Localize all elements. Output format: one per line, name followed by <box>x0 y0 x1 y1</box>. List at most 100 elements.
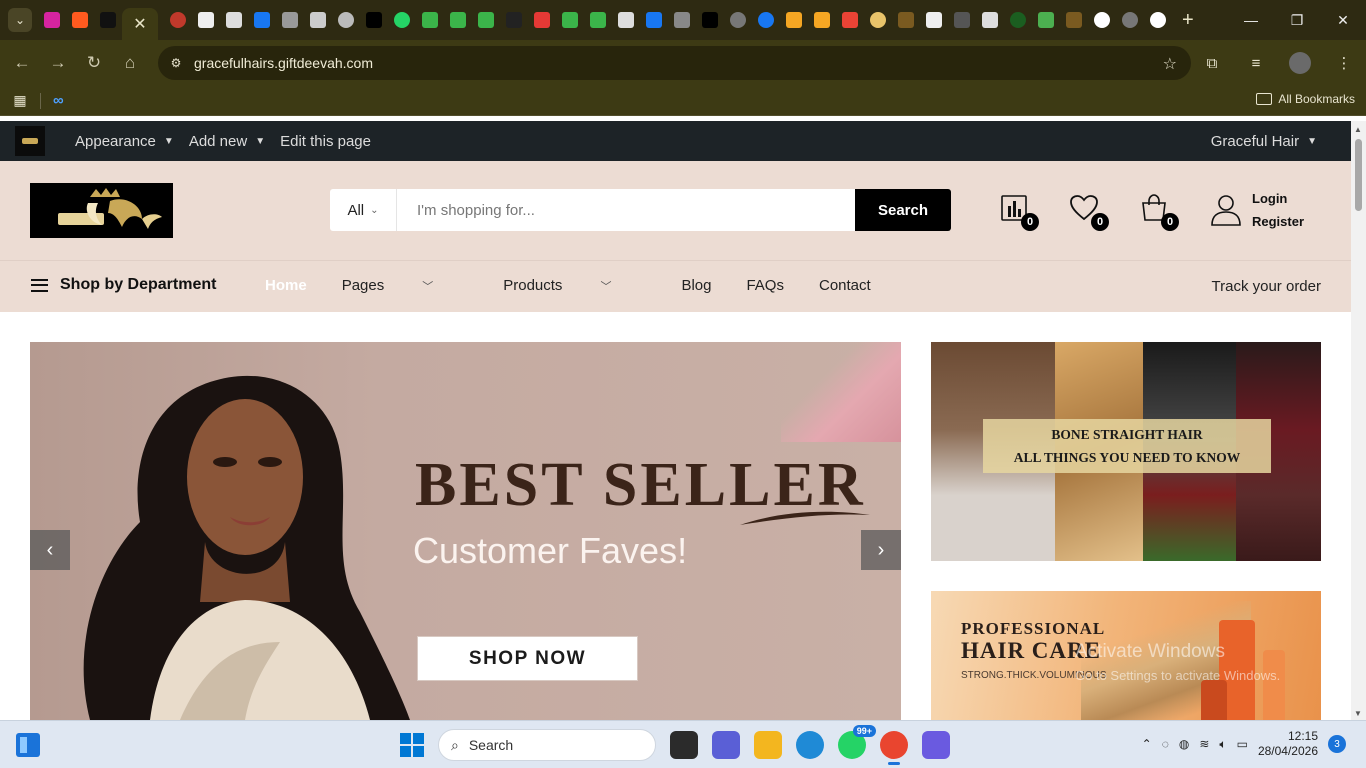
threads-tab-icon[interactable] <box>338 12 354 28</box>
media-icon[interactable]: ≡ <box>1234 45 1278 81</box>
network-icon[interactable]: ◌ <box>1162 737 1169 751</box>
scroll-down-icon[interactable]: ▼ <box>1354 709 1362 718</box>
tab-icon[interactable] <box>72 12 88 28</box>
tab-icon[interactable] <box>506 12 522 28</box>
tab-icon[interactable] <box>590 12 606 28</box>
tab-icon[interactable] <box>422 12 438 28</box>
tab-icon[interactable] <box>450 12 466 28</box>
admin-site-menu[interactable]: Graceful Hair ▼ <box>1211 133 1317 150</box>
heart-tab-icon[interactable] <box>814 12 830 28</box>
forward-icon[interactable]: → <box>40 45 76 81</box>
meta-bookmark-icon[interactable]: ∞ <box>53 92 64 109</box>
app-tray-icon[interactable]: ◍ <box>1179 737 1189 751</box>
tab-icon[interactable] <box>870 12 886 28</box>
cart-button[interactable]: 0 <box>1139 193 1179 231</box>
nav-item-contact[interactable]: Contact <box>819 277 871 294</box>
tab-icon[interactable] <box>282 12 298 28</box>
nav-item-home[interactable]: Home <box>265 277 307 294</box>
register-link[interactable]: Register <box>1252 214 1304 229</box>
clock[interactable]: 12:15 28/04/2026 <box>1258 729 1318 759</box>
search-input[interactable] <box>397 189 855 231</box>
tab-icon[interactable] <box>954 12 970 28</box>
search-button[interactable]: Search <box>855 189 951 231</box>
apps-grid-icon[interactable]: ▦ <box>12 92 28 109</box>
tab-icon[interactable] <box>198 12 214 28</box>
wifi-icon[interactable]: ≋ <box>1199 737 1209 751</box>
close-tab-icon[interactable]: ✕ <box>133 14 146 34</box>
tab-icon[interactable] <box>618 12 634 28</box>
google-tab-icon[interactable] <box>1150 12 1166 28</box>
battery-icon[interactable]: ▭ <box>1237 737 1248 751</box>
admin-edit-page-link[interactable]: Edit this page <box>280 133 371 150</box>
site-logo[interactable] <box>30 183 173 238</box>
file-explorer-icon[interactable] <box>754 731 782 759</box>
globe-tab-icon[interactable] <box>730 12 746 28</box>
nav-item-products[interactable]: Products ﹀ <box>503 277 646 294</box>
wishlist-button[interactable]: 0 <box>1069 193 1109 231</box>
bookmark-star-icon[interactable]: ☆ <box>1163 54 1177 74</box>
chevron-up-icon[interactable]: ⌃ <box>1142 737 1152 751</box>
gmail-tab-icon[interactable] <box>842 12 858 28</box>
tab-icon[interactable] <box>982 12 998 28</box>
extensions-icon[interactable]: ⧉ <box>1190 45 1234 81</box>
nav-item-faqs[interactable]: FAQs <box>746 277 784 294</box>
tab-icon[interactable] <box>898 12 914 28</box>
tab-icon[interactable] <box>562 12 578 28</box>
instagram-tab-icon[interactable] <box>44 12 60 28</box>
search-category-select[interactable]: All ⌄ <box>330 189 397 231</box>
menu-kebab-icon[interactable]: ⋮ <box>1322 45 1366 81</box>
home-icon[interactable]: ⌂ <box>112 45 148 81</box>
back-icon[interactable]: ← <box>4 45 40 81</box>
maximize-icon[interactable]: ❐ <box>1274 0 1320 40</box>
profile-avatar[interactable] <box>1289 52 1311 74</box>
app-icon[interactable] <box>922 731 950 759</box>
nav-item-blog[interactable]: Blog <box>681 277 711 294</box>
tab-icon[interactable] <box>1010 12 1026 28</box>
user-icon[interactable] <box>1210 193 1242 227</box>
volume-icon[interactable]: 🔈︎ <box>1219 737 1226 752</box>
tiktok-tab-icon[interactable] <box>366 12 382 28</box>
windows-start-icon[interactable] <box>400 733 424 757</box>
heart-tab-icon[interactable] <box>786 12 802 28</box>
tab-icon[interactable] <box>534 12 550 28</box>
slider-prev-button[interactable]: ‹ <box>30 530 70 570</box>
tab-icon[interactable] <box>170 12 186 28</box>
side-banner-bone-straight[interactable]: BONE STRAIGHT HAIR ALL THINGS YOU NEED T… <box>931 342 1321 561</box>
tab-icon[interactable] <box>926 12 942 28</box>
tab-icon[interactable] <box>310 12 326 28</box>
track-order-link[interactable]: Track your order <box>1212 278 1321 295</box>
site-info-icon[interactable]: ⚙ <box>168 55 184 71</box>
address-bar[interactable]: ⚙ gracefulhairs.giftdeevah.com ☆ <box>158 46 1191 80</box>
minimize-icon[interactable]: — <box>1228 0 1274 40</box>
admin-add-new-menu[interactable]: Add new ▼ <box>189 133 265 150</box>
tab-icon[interactable] <box>1066 12 1082 28</box>
admin-site-logo[interactable] <box>15 126 45 156</box>
meta-tab-icon[interactable] <box>254 12 270 28</box>
url-text[interactable]: gracefulhairs.giftdeevah.com <box>194 55 373 71</box>
scroll-up-icon[interactable]: ▲ <box>1354 125 1362 134</box>
shop-now-button[interactable]: SHOP NOW <box>417 636 638 681</box>
close-window-icon[interactable]: ✕ <box>1320 0 1366 40</box>
widgets-icon[interactable] <box>16 733 40 757</box>
shop-by-department-button[interactable]: Shop by Department <box>31 276 216 294</box>
whatsapp-tab-icon[interactable] <box>394 12 410 28</box>
tab-icon[interactable] <box>226 12 242 28</box>
facebook-tab-icon[interactable] <box>758 12 774 28</box>
compare-button[interactable]: 0 <box>999 193 1039 231</box>
new-tab-button[interactable]: + <box>1182 9 1194 32</box>
reload-icon[interactable]: ↻ <box>76 45 112 81</box>
tab-search-icon[interactable]: ⌄ <box>8 8 32 32</box>
taskbar-search[interactable]: ⌕ Search <box>438 729 656 761</box>
edge-icon[interactable] <box>796 731 824 759</box>
slider-next-button[interactable]: › <box>861 530 901 570</box>
login-link[interactable]: Login <box>1252 191 1304 206</box>
code-tab-icon[interactable] <box>1038 12 1054 28</box>
graceful-hair-tab-icon[interactable] <box>100 12 116 28</box>
notification-count-badge[interactable]: 3 <box>1328 735 1346 753</box>
tab-icon[interactable] <box>478 12 494 28</box>
meta-tab-icon[interactable] <box>646 12 662 28</box>
tab-icon[interactable] <box>674 12 690 28</box>
task-view-icon[interactable] <box>670 731 698 759</box>
nav-item-pages[interactable]: Pages ﹀ <box>342 277 469 294</box>
active-tab[interactable]: ✕ <box>122 8 158 40</box>
